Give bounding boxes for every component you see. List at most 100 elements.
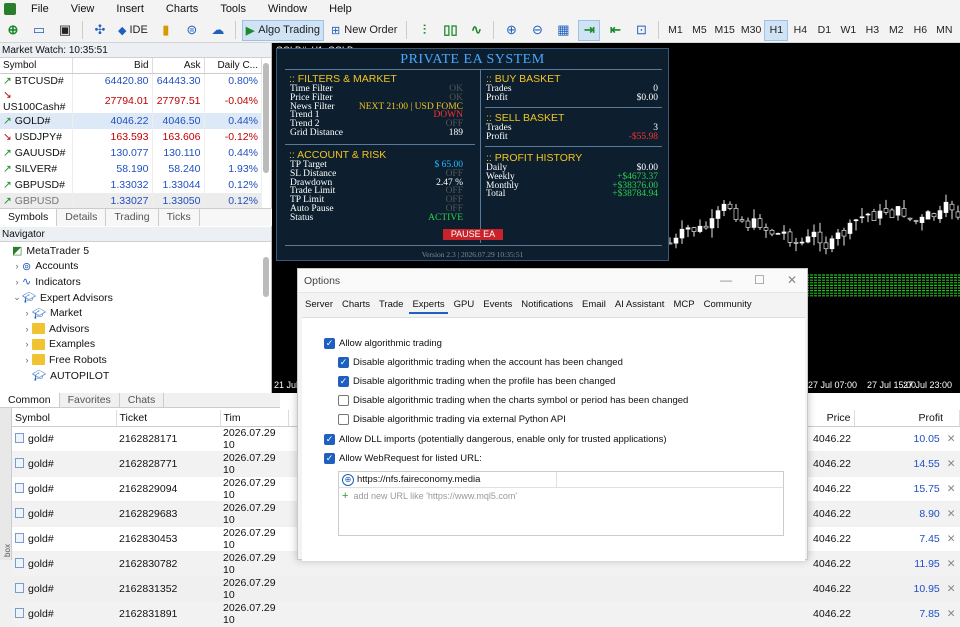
navigator-item[interactable]: › Free Robots xyxy=(0,352,271,368)
close-position-icon[interactable]: ✕ xyxy=(947,483,956,495)
col-ask[interactable]: Ask xyxy=(152,58,205,74)
checkbox-icon[interactable] xyxy=(338,395,349,406)
chart-type-icon[interactable]: ▭ xyxy=(28,20,50,41)
menu-insert[interactable]: Insert xyxy=(105,3,155,15)
tf-m30[interactable]: M30 xyxy=(738,20,764,41)
tf-m15[interactable]: M15 xyxy=(711,20,737,41)
indicators-icon[interactable]: ⊡ xyxy=(630,20,652,41)
menu-help[interactable]: Help xyxy=(318,3,363,15)
market-watch-row[interactable]: ↗ GOLD# 4046.22 4046.50 0.44% xyxy=(0,113,262,129)
autoscroll-icon[interactable]: ⇥ xyxy=(578,19,601,41)
minimize-icon[interactable]: — xyxy=(720,273,732,287)
col-trade-symbol[interactable]: Symbol xyxy=(12,410,117,427)
option-checkbox[interactable]: ✓ Disable algorithmic trading when the pr… xyxy=(338,376,615,387)
zoom-in-icon[interactable]: ⊕ xyxy=(500,20,522,41)
close-position-icon[interactable]: ✕ xyxy=(947,508,956,520)
market-watch-row[interactable]: ↘ USDJPY# 163.593 163.606 -0.12% xyxy=(0,129,262,145)
close-position-icon[interactable]: ✕ xyxy=(947,533,956,545)
tf-mn[interactable]: MN xyxy=(932,20,956,41)
profiles-icon[interactable]: ▣ xyxy=(54,20,76,41)
market-watch-row[interactable]: ↗ GAUUSD# 130.077 130.110 0.44% xyxy=(0,145,262,161)
market-watch-row[interactable]: ↗ GBPUSD# 1.33032 1.33044 0.12% xyxy=(0,177,262,193)
options-tab-charts[interactable]: Charts xyxy=(339,297,373,314)
expand-arrow-icon[interactable]: › xyxy=(12,277,22,287)
close-position-icon[interactable]: ✕ xyxy=(947,583,956,595)
options-tab-trade[interactable]: Trade xyxy=(376,297,406,314)
navigator-item[interactable]: › ∿ Indicators xyxy=(0,274,271,290)
col-daily-change[interactable]: Daily C... xyxy=(204,58,262,74)
expand-arrow-icon[interactable]: › xyxy=(22,355,32,365)
expand-arrow-icon[interactable]: › xyxy=(22,308,32,318)
market-icon[interactable]: ▮ xyxy=(155,20,177,41)
options-tab-notifications[interactable]: Notifications xyxy=(518,297,576,314)
menu-tools[interactable]: Tools xyxy=(209,3,257,15)
algo-trading-button[interactable]: ▶ Algo Trading xyxy=(241,19,325,41)
options-tab-community[interactable]: Community xyxy=(701,297,755,314)
tab-trading[interactable]: Trading xyxy=(106,209,159,226)
expand-arrow-icon[interactable]: › xyxy=(22,324,32,334)
strategy-icon[interactable]: ✣ xyxy=(89,20,111,41)
navigator-scrollbar[interactable] xyxy=(263,257,269,297)
options-tab-email[interactable]: Email xyxy=(579,297,609,314)
navigator-item[interactable]: › 🎓︎ Market xyxy=(0,305,271,321)
expand-arrow-icon[interactable]: › xyxy=(22,339,32,349)
col-time[interactable]: Tim xyxy=(220,410,289,427)
market-watch-row[interactable]: ↘ US100Cash# 27794.01 27797.51 -0.04% xyxy=(0,89,262,113)
navigator-item[interactable]: ⌄ 🎓︎ Expert Advisors xyxy=(0,290,271,306)
market-watch-row[interactable]: ↗ BTCUSD# 64420.80 64443.30 0.80% xyxy=(0,73,262,89)
checkbox-icon[interactable]: ✓ xyxy=(338,357,349,368)
ide-button[interactable]: ◆ IDE xyxy=(115,20,151,41)
option-checkbox[interactable]: ✓ Allow DLL imports (potentially dangerou… xyxy=(324,434,667,445)
checkbox-icon[interactable] xyxy=(338,414,349,425)
tab-chats[interactable]: Chats xyxy=(120,393,165,407)
option-checkbox[interactable]: ✓ Allow WebRequest for listed URL: xyxy=(324,453,482,464)
expand-arrow-icon[interactable]: ⌄ xyxy=(12,292,22,303)
trade-row[interactable]: gold# 2162831891 2026.07.29 10 4046.22 7.85 … xyxy=(12,601,960,627)
vps-icon[interactable]: ☁ xyxy=(207,20,229,41)
tf-m2[interactable]: M2 xyxy=(884,20,908,41)
new-order-button[interactable]: ⊞ New Order xyxy=(328,20,400,41)
col-ticket[interactable]: Ticket xyxy=(116,410,221,427)
col-symbol[interactable]: Symbol xyxy=(0,58,73,74)
tf-h4[interactable]: H4 xyxy=(788,20,812,41)
tab-common[interactable]: Common xyxy=(0,393,60,407)
tab-ticks[interactable]: Ticks xyxy=(159,209,200,226)
market-watch-row[interactable]: ↗ GBPUSD 1.33027 1.33050 0.12% xyxy=(0,193,262,209)
pause-ea-button[interactable]: PAUSE EA xyxy=(443,229,503,240)
close-position-icon[interactable]: ✕ xyxy=(947,433,956,445)
tf-h1[interactable]: H1 xyxy=(764,19,789,41)
navigator-item[interactable]: › Examples xyxy=(0,337,271,353)
tf-m5[interactable]: M5 xyxy=(687,20,711,41)
close-icon[interactable]: ✕ xyxy=(787,273,797,287)
menu-file[interactable]: File xyxy=(20,3,60,15)
line-chart-icon[interactable]: ∿ xyxy=(465,20,487,41)
option-checkbox[interactable]: ✓ Allow algorithmic trading xyxy=(324,338,442,349)
navigator-item[interactable]: 🎓︎ AUTOPILOT xyxy=(0,368,271,384)
tab-details[interactable]: Details xyxy=(57,209,107,226)
new-chart-icon[interactable]: ⊕ xyxy=(2,20,24,41)
signals-icon[interactable]: ⊜ xyxy=(181,20,203,41)
checkbox-icon[interactable]: ✓ xyxy=(324,338,335,349)
col-bid[interactable]: Bid xyxy=(72,58,153,74)
close-position-icon[interactable]: ✕ xyxy=(947,458,956,470)
options-tab-gpu[interactable]: GPU xyxy=(451,297,478,314)
options-tab-events[interactable]: Events xyxy=(480,297,515,314)
menu-view[interactable]: View xyxy=(60,3,106,15)
close-position-icon[interactable]: ✕ xyxy=(947,608,956,620)
add-url-row[interactable]: + add new URL like 'https://www.mql5.com… xyxy=(339,488,783,504)
menu-charts[interactable]: Charts xyxy=(155,3,209,15)
navigator-item[interactable]: › Advisors xyxy=(0,321,271,337)
checkbox-icon[interactable]: ✓ xyxy=(324,434,335,445)
options-tab-server[interactable]: Server xyxy=(302,297,336,314)
maximize-icon[interactable]: ☐ xyxy=(754,273,765,287)
options-tab-ai-assistant[interactable]: AI Assistant xyxy=(612,297,668,314)
market-watch-row[interactable]: ↗ SILVER# 58.190 58.240 1.93% xyxy=(0,161,262,177)
shift-icon[interactable]: ⇤ xyxy=(604,20,626,41)
tf-w1[interactable]: W1 xyxy=(836,20,860,41)
market-watch-scrollbar[interactable] xyxy=(263,63,269,173)
tab-favorites[interactable]: Favorites xyxy=(60,393,120,407)
checkbox-icon[interactable]: ✓ xyxy=(324,453,335,464)
tile-icon[interactable]: ▦ xyxy=(552,20,574,41)
expand-arrow-icon[interactable]: › xyxy=(12,261,22,271)
navigator-item[interactable]: › ⊚ Accounts xyxy=(0,259,271,275)
